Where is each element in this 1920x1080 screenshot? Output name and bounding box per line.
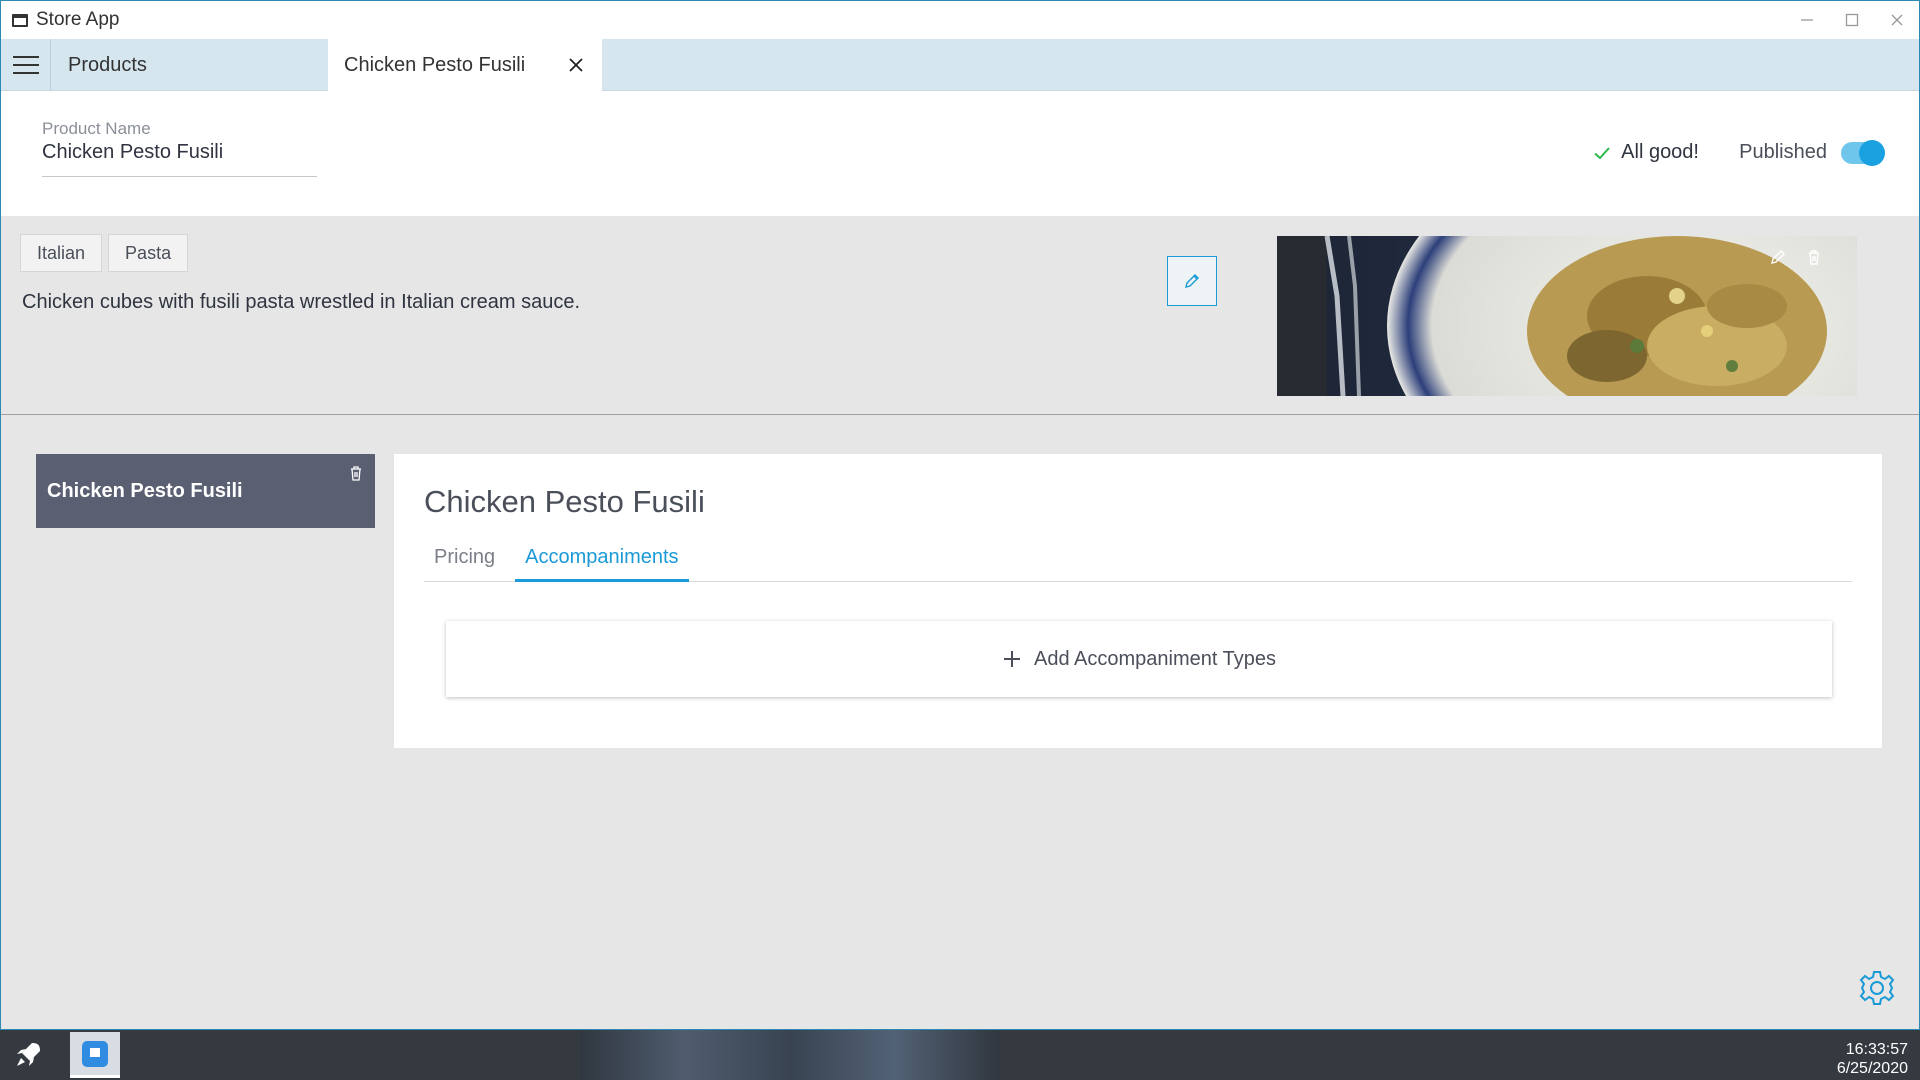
variant-area: Chicken Pesto Fusili Chicken Pesto Fusil… — [1, 415, 1919, 1029]
variant-name: Chicken Pesto Fusili — [47, 479, 243, 502]
maximize-icon — [1845, 13, 1858, 27]
variant-list-item[interactable]: Chicken Pesto Fusili — [36, 454, 375, 528]
pencil-icon[interactable] — [1769, 248, 1787, 266]
pencil-icon — [1185, 274, 1199, 288]
tab-product-detail-label: Chicken Pesto Fusili — [344, 53, 526, 76]
add-accompaniment-types-button[interactable]: Add Accompaniment Types — [446, 621, 1832, 697]
edit-info-button[interactable] — [1167, 256, 1217, 306]
tab-pricing[interactable]: Pricing — [424, 542, 505, 582]
product-name-field[interactable]: Product Name Chicken Pesto Fusili — [42, 119, 317, 177]
app-window: Store App Products Chicken Pesto Fusili — [0, 0, 1920, 1030]
trash-icon[interactable] — [1805, 248, 1823, 266]
window-controls — [1784, 1, 1919, 39]
tab-accompaniments[interactable]: Accompaniments — [515, 542, 689, 582]
tab-products[interactable]: Products — [51, 39, 328, 91]
rocket-icon[interactable] — [12, 1039, 44, 1071]
add-accompaniment-label: Add Accompaniment Types — [1034, 647, 1276, 670]
product-name-value[interactable]: Chicken Pesto Fusili — [42, 141, 223, 163]
clock: 16:33:57 6/25/2020 — [1837, 1040, 1908, 1078]
status-text: All good! — [1621, 141, 1699, 163]
tab-close-icon[interactable] — [564, 53, 588, 77]
minimize-icon — [1800, 19, 1813, 21]
window-title: Store App — [36, 9, 120, 30]
tag-item[interactable]: Pasta — [108, 234, 189, 272]
tag-list: Italian Pasta — [20, 234, 189, 272]
close-icon — [1891, 14, 1902, 26]
variant-title: Chicken Pesto Fusili — [424, 484, 705, 519]
close-button[interactable] — [1874, 1, 1919, 39]
gear-icon[interactable] — [1856, 967, 1898, 1009]
tab-product-detail[interactable]: Chicken Pesto Fusili — [328, 39, 602, 91]
tag-item[interactable]: Italian — [20, 234, 103, 272]
app-window-icon — [12, 13, 28, 27]
validation-status: All good! — [1593, 141, 1699, 164]
title-bar: Store App — [1, 1, 1919, 39]
store-app-taskbar-button[interactable] — [70, 1032, 120, 1078]
checkmark-icon — [1594, 146, 1610, 159]
clock-time: 16:33:57 — [1845, 1041, 1908, 1058]
product-description: Chicken cubes with fusili pasta wrestled… — [22, 291, 581, 313]
published-label: Published — [1739, 141, 1827, 163]
maximize-button[interactable] — [1829, 1, 1874, 39]
store-app-icon — [82, 1040, 108, 1067]
plus-icon — [1004, 651, 1020, 667]
published-control: Published — [1739, 139, 1885, 166]
menu-button[interactable] — [1, 39, 51, 91]
trash-icon[interactable] — [347, 464, 365, 482]
detail-tabs: Pricing Accompaniments — [424, 542, 1852, 582]
wallpaper-strip — [580, 1030, 1000, 1080]
variant-detail-panel: Chicken Pesto Fusili Pricing Accompanime… — [394, 454, 1882, 748]
product-header: Product Name Chicken Pesto Fusili All go… — [1, 91, 1919, 216]
published-toggle[interactable] — [1841, 139, 1885, 166]
taskbar: 16:33:57 6/25/2020 — [0, 1030, 1920, 1080]
product-info: Italian Pasta Chicken cubes with fusili … — [1, 216, 1919, 415]
product-image — [1277, 236, 1857, 396]
hamburger-icon — [12, 56, 39, 74]
clock-date: 6/25/2020 — [1836, 1060, 1908, 1077]
tab-products-label: Products — [68, 53, 147, 76]
image-tools — [1769, 248, 1823, 266]
tab-bar: Products Chicken Pesto Fusili — [1, 39, 1919, 91]
product-name-label: Product Name — [42, 119, 151, 138]
minimize-button[interactable] — [1784, 1, 1829, 39]
